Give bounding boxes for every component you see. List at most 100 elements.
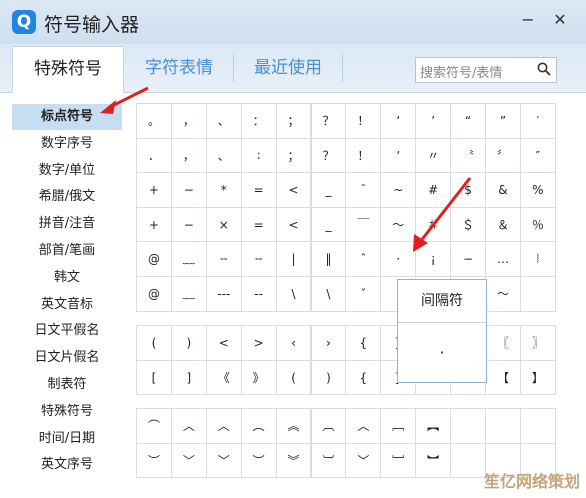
symbol-cell[interactable]: ＃ xyxy=(415,206,452,243)
symbol-cell[interactable]: = xyxy=(240,172,277,208)
symbol-cell[interactable]: 【 xyxy=(485,359,521,395)
symbol-cell[interactable]: ， xyxy=(170,137,207,174)
symbol-cell[interactable]: − xyxy=(450,241,486,277)
symbol-cell[interactable]: ˇ xyxy=(345,276,382,312)
sidebar-item[interactable]: 英文序号 xyxy=(12,452,122,478)
symbol-cell[interactable]: ) xyxy=(170,325,207,361)
symbol-cell[interactable]: < xyxy=(275,206,312,243)
symbol-cell[interactable]: 》 xyxy=(240,359,277,395)
symbol-cell[interactable]: 〃 xyxy=(415,137,452,174)
sidebar-item[interactable]: 希腊/俄文 xyxy=(12,184,122,210)
tab-recent[interactable]: 最近使用 xyxy=(236,46,340,92)
symbol-cell[interactable]: 。 xyxy=(136,103,172,139)
symbol-cell[interactable]: ‹ xyxy=(275,325,312,361)
symbol-cell[interactable]: 〖 xyxy=(485,325,521,361)
symbol-cell[interactable]: ％ xyxy=(519,206,556,243)
symbol-cell[interactable]: ﹀ xyxy=(345,442,382,478)
symbol-cell[interactable]: ＆ xyxy=(485,206,521,243)
symbol-cell[interactable]: ︹ xyxy=(310,408,347,444)
symbol-cell[interactable] xyxy=(450,408,486,444)
symbol-cell[interactable]: ( xyxy=(275,359,312,395)
symbol-cell[interactable]: ︻ xyxy=(415,408,452,444)
symbol-cell[interactable]: ！ xyxy=(345,103,382,139)
sidebar-item[interactable]: 拼音/注音 xyxy=(12,211,122,237)
symbol-cell[interactable]: $ xyxy=(450,172,486,208)
symbol-cell[interactable]: ︺ xyxy=(310,442,347,478)
symbol-cell[interactable]: ╌ xyxy=(240,241,277,277)
symbol-cell[interactable]: @ xyxy=(136,241,172,277)
symbol-cell[interactable] xyxy=(450,442,486,478)
symbol-cell[interactable]: \ xyxy=(275,276,312,312)
symbol-cell[interactable]: --- xyxy=(205,276,242,312)
symbol-cell[interactable]: = xyxy=(240,206,277,243)
sidebar-item[interactable]: 英文音标 xyxy=(12,292,122,318)
sidebar-item[interactable]: 数字/单位 xyxy=(12,158,122,184)
symbol-cell[interactable]: ∶ xyxy=(240,137,277,174)
symbol-cell[interactable]: ︿ xyxy=(170,408,207,444)
symbol-cell[interactable]: ″ xyxy=(519,137,556,174)
symbol-cell[interactable]: ︶ xyxy=(136,442,172,478)
symbol-cell[interactable]: 〞 xyxy=(485,137,521,174)
sidebar-item[interactable]: 韩文 xyxy=(12,265,122,291)
symbol-cell[interactable]: 、 xyxy=(205,137,242,174)
symbol-cell[interactable]: < xyxy=(205,325,242,361)
symbol-cell[interactable]: ， xyxy=(170,103,207,139)
symbol-cell[interactable]: \ xyxy=(310,276,347,312)
tab-char-emoticons[interactable]: 字符表情 xyxy=(126,46,232,92)
close-icon[interactable]: ✕ xyxy=(550,10,570,30)
symbol-cell[interactable]: ￣ xyxy=(345,206,382,243)
symbol-cell[interactable]: ﹏ xyxy=(170,276,207,312)
search-icon[interactable] xyxy=(537,62,551,76)
sidebar-item[interactable]: 日文片假名 xyxy=(12,345,122,371)
symbol-cell[interactable]: { xyxy=(345,359,382,395)
symbol-cell[interactable]: [ xyxy=(136,359,172,395)
symbol-cell[interactable]: ︼ xyxy=(415,442,452,478)
symbol-cell[interactable]: { xyxy=(345,325,382,361)
search-box[interactable]: 搜索符号/表情 xyxy=(415,57,557,83)
symbol-cell[interactable]: … xyxy=(485,241,521,277)
symbol-cell[interactable]: ． xyxy=(136,137,172,174)
symbol-cell[interactable]: ( xyxy=(136,325,172,361)
symbol-cell[interactable]: ” xyxy=(485,103,521,139)
symbol-cell[interactable]: ︾ xyxy=(275,442,312,478)
symbol-cell[interactable]: ˆ xyxy=(345,241,382,277)
symbol-cell[interactable]: ︶ xyxy=(240,442,277,478)
sidebar-item[interactable]: 制表符 xyxy=(12,372,122,398)
symbol-cell[interactable]: 〝 xyxy=(450,137,486,174)
symbol-cell[interactable]: + xyxy=(136,172,172,208)
symbol-cell[interactable]: ： xyxy=(240,103,277,139)
sidebar-item[interactable]: 数字序号 xyxy=(12,131,122,157)
symbol-cell[interactable]: ︿ xyxy=(205,408,242,444)
tab-special-symbols[interactable]: 特殊符号 xyxy=(12,46,124,94)
symbol-cell[interactable]: ╌ xyxy=(205,241,242,277)
symbol-cell[interactable]: ！ xyxy=(345,137,382,174)
symbol-cell[interactable]: + xyxy=(136,206,172,243)
symbol-cell[interactable]: 】 xyxy=(519,359,556,395)
symbol-cell[interactable]: ʼ xyxy=(380,137,417,174)
symbol-cell[interactable]: # xyxy=(415,172,452,208)
symbol-cell[interactable]: ︽ xyxy=(275,408,312,444)
symbol-cell[interactable]: ] xyxy=(170,359,207,395)
symbol-cell[interactable]: > xyxy=(240,325,277,361)
symbol-cell[interactable]: ？ xyxy=(310,103,347,139)
symbol-cell[interactable]: ﹇ xyxy=(380,408,417,444)
symbol-cell[interactable] xyxy=(519,408,556,444)
symbol-cell[interactable]: − xyxy=(170,172,207,208)
symbol-cell[interactable]: ； xyxy=(275,137,312,174)
symbol-cell[interactable]: ︿ xyxy=(345,408,382,444)
symbol-cell[interactable]: ﹏ xyxy=(170,241,207,277)
symbol-cell[interactable]: | xyxy=(275,241,312,277)
symbol-cell[interactable]: › xyxy=(310,325,347,361)
symbol-cell[interactable]: @ xyxy=(136,276,172,312)
sidebar-item[interactable]: 日文平假名 xyxy=(12,318,122,344)
symbol-cell[interactable]: ‖ xyxy=(310,241,347,277)
sidebar-item[interactable]: 部首/笔画 xyxy=(12,238,122,264)
symbol-cell[interactable]: ﹀ xyxy=(205,442,242,478)
sidebar-item[interactable]: 标点符号 xyxy=(12,104,122,130)
symbol-cell[interactable]: − xyxy=(170,206,207,243)
symbol-cell[interactable]: < xyxy=(275,172,312,208)
symbol-cell[interactable]: ⦚ xyxy=(519,241,556,277)
symbol-cell[interactable]: ‘ xyxy=(380,103,417,139)
symbol-cell[interactable]: ； xyxy=(275,103,312,139)
symbol-cell[interactable]: ﹈ xyxy=(380,442,417,478)
